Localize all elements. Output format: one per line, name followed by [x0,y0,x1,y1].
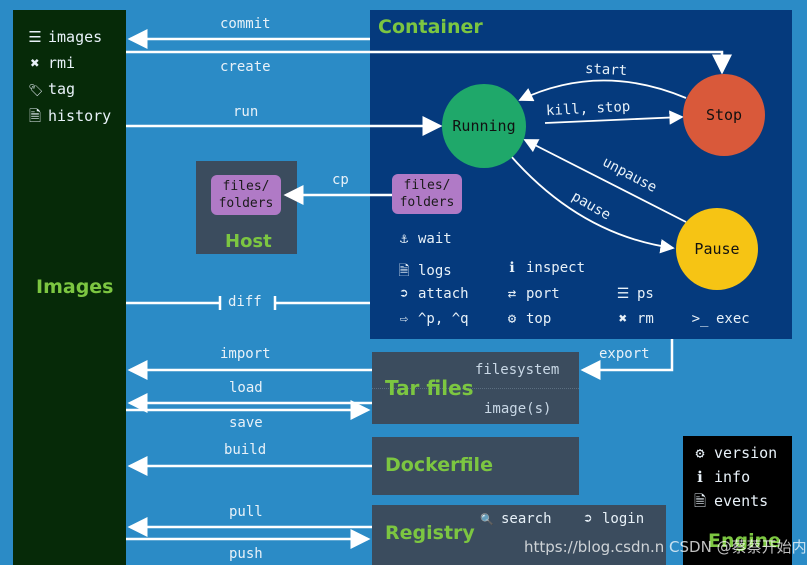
push-label[interactable]: push [229,546,263,562]
images-label: images [48,28,103,46]
tar-images-label: image(s) [484,401,552,417]
pause-state[interactable]: Pause [676,208,758,290]
wait-command[interactable]: ⚓ wait [396,231,452,247]
login-icon: ➲ [583,511,593,527]
commit-label[interactable]: commit [220,16,271,32]
tar-files-title: Tar files [385,376,474,400]
registry-title: Registry [385,522,475,544]
images-command[interactable]: ☰ images [28,28,111,54]
dockerfile-title: Dockerfile [385,454,493,476]
attach-label: attach [418,286,469,302]
watermark: https://blog.csdn.n CSDN @蔡蔡开始内卷5 [524,538,807,556]
login-label: login [602,511,645,527]
images-title: Images [36,276,114,298]
container-files-box: files/ folders [392,174,462,214]
start-label[interactable]: start [585,61,628,79]
info-icon: ℹ [509,260,515,276]
container-files-line1: files/ [403,178,451,193]
host-files-box: files/ folders [211,175,281,215]
document-icon: 🗎 [28,107,42,125]
events-label: events [714,492,769,510]
info-label: info [714,468,751,486]
wait-label: wait [418,231,452,247]
list-icon: ☰ [616,286,630,302]
list-icon: ☰ [28,28,42,46]
export-label[interactable]: export [599,346,650,362]
ps-label: ps [637,286,654,302]
version-command[interactable]: ⚙ version [692,444,777,462]
detach-icon: ⇨ [399,311,409,327]
container-files-line2: folders [399,195,455,210]
import-label[interactable]: import [220,346,271,362]
load-label[interactable]: load [229,380,263,396]
logs-command[interactable]: 🗎 logs [396,260,452,284]
rm-label: rm [637,311,654,327]
inspect-label: inspect [526,260,586,276]
search-command[interactable]: 🔍 search [479,511,552,527]
tag-icon: 🏷 [28,83,44,97]
logs-label: logs [418,263,452,279]
events-command[interactable]: 🗎 events [692,491,768,516]
swap-icon: ⇄ [507,286,517,302]
attach-icon: ➲ [399,286,409,302]
container-title: Container [378,16,483,38]
host-files-line1: files/ [222,179,270,194]
host-files-line2: folders [218,196,274,211]
anchor-icon: ⚓ [399,231,409,247]
version-label: version [714,444,778,462]
history-label: history [48,107,112,125]
gears-icon: ⚙ [507,311,517,327]
host-title: Host [225,231,272,252]
document-icon: 🗎 [398,263,410,279]
rmi-label: rmi [48,54,76,72]
login-command[interactable]: ➲ login [580,511,644,527]
info-icon: ℹ [697,468,703,486]
search-label: search [501,511,552,527]
top-command[interactable]: ⚙ top [504,311,552,327]
running-state[interactable]: Running [442,84,526,168]
detach-label: ^p, ^q [418,311,469,327]
terminal-icon: >_ [691,311,709,327]
info-command[interactable]: ℹ info [692,468,750,486]
port-command[interactable]: ⇄ port [504,286,560,302]
detach-command[interactable]: ⇨ ^p, ^q [396,311,469,327]
inspect-command[interactable]: ℹ inspect [504,260,585,276]
rm-command[interactable]: ✖ rm [615,311,654,327]
build-label[interactable]: build [224,442,266,458]
exec-label: exec [716,311,750,327]
pause-label: Pause [694,240,740,258]
cp-label[interactable]: cp [332,172,349,188]
start-arrow [518,79,687,102]
document-icon: 🗎 [693,492,707,510]
rmi-command[interactable]: ✖ rmi [28,54,111,80]
exec-command[interactable]: >_ exec [690,311,750,327]
gear-icon: ⚙ [695,444,705,462]
close-icon: ✖ [618,311,628,327]
close-icon: ✖ [30,54,40,72]
pull-label[interactable]: pull [229,504,263,520]
attach-command[interactable]: ➲ attach [396,286,469,302]
tar-filesystem-label: filesystem [475,362,560,378]
running-label: Running [452,117,516,135]
history-command[interactable]: 🗎 history [28,106,111,132]
save-label[interactable]: save [229,415,263,431]
tag-command[interactable]: 🏷 tag [28,80,111,106]
search-icon: 🔍 [480,513,494,526]
stop-label: Stop [705,106,743,124]
run-label[interactable]: run [233,104,258,120]
images-command-list: ☰ images ✖ rmi 🏷 tag 🗎 history [28,28,111,132]
stop-state[interactable]: Stop [683,74,765,156]
top-label: top [526,311,552,327]
ps-command[interactable]: ☰ ps [615,286,654,302]
create-label[interactable]: create [220,59,271,75]
port-label: port [526,286,560,302]
diff-label[interactable]: diff [228,294,262,310]
tag-label: tag [48,80,76,98]
create-arrow [126,50,732,75]
